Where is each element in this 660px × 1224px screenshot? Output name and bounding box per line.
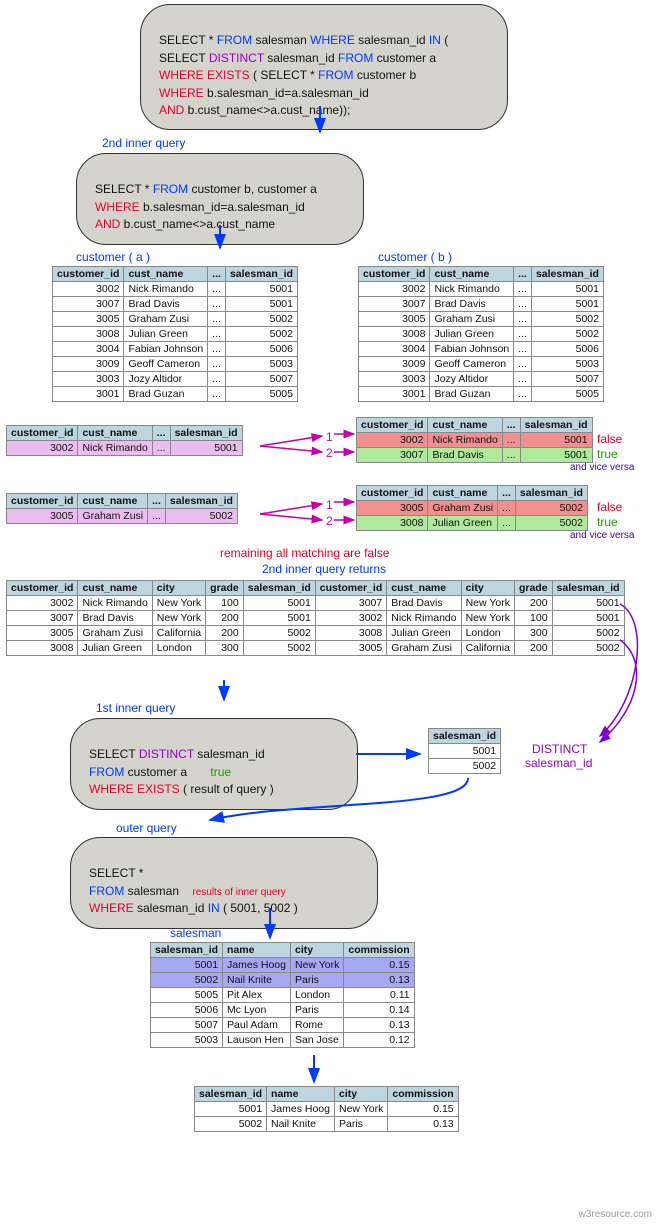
result-table: salesman_idnamecitycommission 5001James … [194,1086,459,1132]
table-row: 5002Nail KniteParis0.13 [151,973,415,988]
diagram-canvas: SELECT * FROM salesman WHERE salesman_id… [0,0,660,1224]
second-inner-query-label: 2nd inner query [102,136,185,150]
table-row: 3005Graham Zusi...5002 [53,312,298,327]
outer-query-block: SELECT * FROM salesman results of inner … [70,837,378,929]
second-inner-query-block: SELECT * FROM customer b, customer a WHE… [76,153,364,245]
vice-versa-note: and vice versa [570,462,634,473]
table-header: customer_idcust_name...salesman_id [357,486,588,501]
flag-false: false [597,500,622,514]
vice-versa-note: and vice versa [570,530,634,541]
table-row: 5003Lauson HenSan Jose0.12 [151,1033,415,1048]
table-header: customer_idcust_name...salesman_id [357,418,593,433]
first-inner-query-block: SELECT DISTINCT salesman_id FROM custome… [70,718,358,810]
match2-b-table: customer_idcust_name...salesman_id 3005G… [356,485,588,531]
table-row: 3005Graham Zusi...5002 [359,312,604,327]
table-row: 3009Geoff Cameron...5003 [53,357,298,372]
table-row: 5001James HoogNew York0.15 [151,958,415,973]
outer-query-label: outer query [116,821,177,835]
arrow-icon [260,514,322,520]
match-arrow-num: 2 [326,514,333,528]
match1-a-table: customer_idcust_name...salesman_id 3002N… [6,425,243,456]
main-query-block: SELECT * FROM salesman WHERE salesman_id… [140,4,508,130]
match2-a-table: customer_idcust_name...salesman_id 3005G… [6,493,238,524]
table-row: 3002Nick Rimando...5001 [357,433,593,448]
table-row: 3008Julian GreenLondon30050023005Graham … [7,641,625,656]
table-row: 3001Brad Guzan...5005 [359,387,604,402]
flag-true: true [597,515,618,529]
table-row: 3008Julian Green...5002 [53,327,298,342]
table-row: 3005Graham ZusiCalifornia20050023008Juli… [7,626,625,641]
table-row: 3003Jozy Altidor...5007 [359,372,604,387]
customer-b-caption: customer ( b ) [378,250,452,264]
first-inner-query-label: 1st inner query [96,701,175,715]
distinct-label: salesman_id [525,756,592,770]
match-arrow-num: 1 [326,430,333,444]
table-header: customer_idcust_namecitygradesalesman_id… [7,581,625,596]
distinct-table: salesman_id 5001 5002 [428,728,501,774]
salesman-table: salesman_idnamecitycommission 5001James … [150,942,415,1048]
table-row: 5002 [429,759,501,774]
table-row: 3001Brad Guzan...5005 [53,387,298,402]
table-row: 3002Nick RimandoNew York10050013007Brad … [7,596,625,611]
customer-a-caption: customer ( a ) [76,250,150,264]
match-arrow-num: 2 [326,446,333,460]
distinct-label: DISTINCT [532,742,587,756]
table-row: 3002Nick Rimando...5001 [53,282,298,297]
customer-a-table: customer_idcust_name...salesman_id 3002N… [52,266,298,402]
remaining-note: remaining all matching are false [220,546,389,560]
table-header: customer_idcust_name...salesman_id [53,267,298,282]
table-row: 3008Julian Green...5002 [357,516,588,531]
table-row: 5001 [429,744,501,759]
table-row: 3002Nick Rimando...5001 [359,282,604,297]
table-row: 3004Fabian Johnson...5006 [359,342,604,357]
table-row: 3007Brad DavisNew York20050013002Nick Ri… [7,611,625,626]
match-arrow-num: 1 [326,498,333,512]
table-row: 3007Brad Davis...5001 [359,297,604,312]
table-row: 3008Julian Green...5002 [359,327,604,342]
table-row: 5007Paul AdamRome0.13 [151,1018,415,1033]
table-row: 5002Nail KniteParis0.13 [195,1117,459,1132]
flag-true: true [597,447,618,461]
salesman-caption: salesman [170,926,221,940]
customer-b-table: customer_idcust_name...salesman_id 3002N… [358,266,604,402]
table-header: customer_idcust_name...salesman_id [359,267,604,282]
table-row: 5006Mc LyonParis0.14 [151,1003,415,1018]
table-row: 5005Pit AlexLondon0.11 [151,988,415,1003]
watermark: w3resource.com [579,1209,652,1220]
table-row: 3009Geoff Cameron...5003 [359,357,604,372]
match1-b-table: customer_idcust_name...salesman_id 3002N… [356,417,593,463]
table-row: 3007Brad Davis...5001 [357,448,593,463]
arrow-icon [260,504,322,514]
second-returns-label: 2nd inner query returns [262,562,386,576]
table-row: 3003Jozy Altidor...5007 [53,372,298,387]
table-row: 5001James HoogNew York0.15 [195,1102,459,1117]
table-row: 3002Nick Rimando...5001 [7,441,243,456]
table-header: customer_idcust_name...salesman_id [7,494,238,509]
table-header: customer_idcust_name...salesman_id [7,426,243,441]
arrow-icon [260,436,322,446]
flag-false: false [597,432,622,446]
table-row: 3004Fabian Johnson...5006 [53,342,298,357]
table-header: salesman_idnamecitycommission [195,1087,459,1102]
arrow-icon [260,446,322,452]
table-row: 3005Graham Zusi...5002 [7,509,238,524]
table-row: 3005Graham Zusi...5002 [357,501,588,516]
table-header: salesman_id [429,729,501,744]
table-header: salesman_idnamecitycommission [151,943,415,958]
join-result-table: customer_idcust_namecitygradesalesman_id… [6,580,625,656]
table-row: 3007Brad Davis...5001 [53,297,298,312]
